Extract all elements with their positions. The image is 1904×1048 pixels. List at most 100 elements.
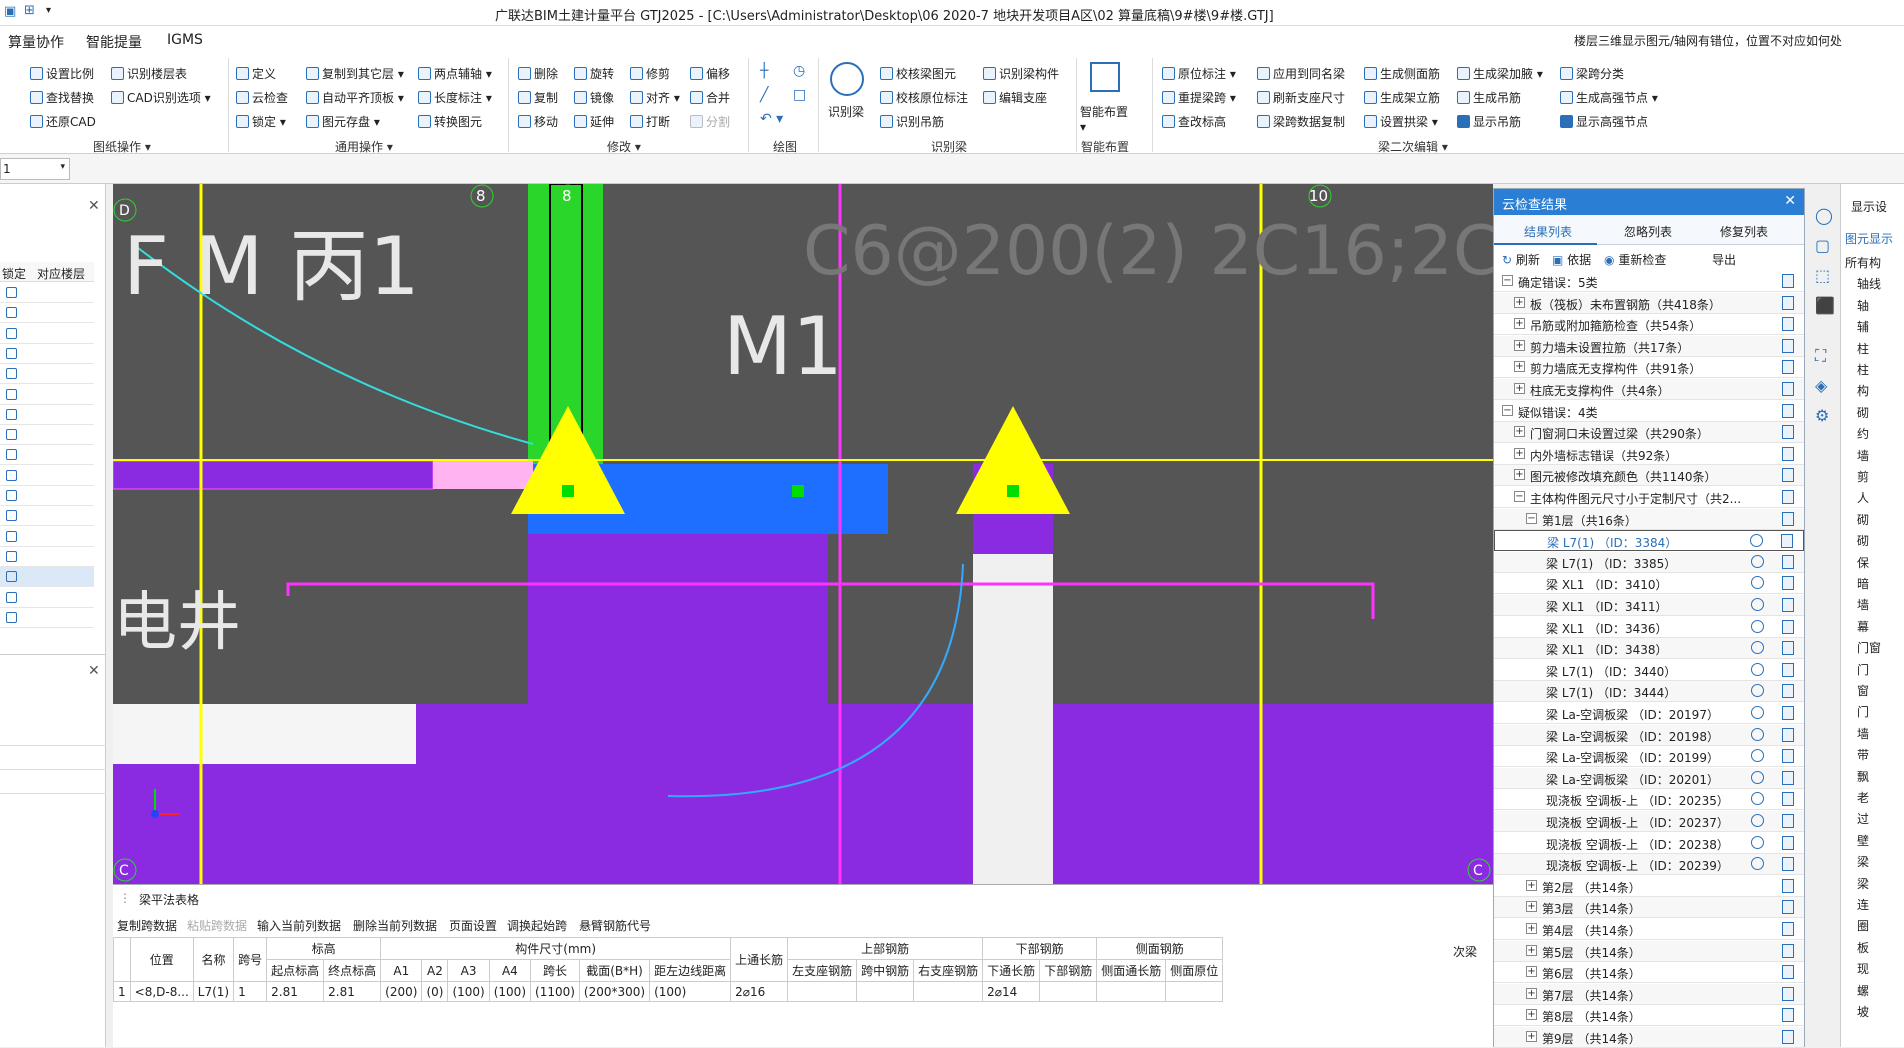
table-cell[interactable]: <8,D-8... bbox=[129, 981, 194, 1002]
result-tree-item[interactable]: 梁 La-空调板梁 （ID：20198） bbox=[1494, 724, 1804, 746]
trim-button[interactable]: 修剪 bbox=[630, 65, 670, 82]
document-icon[interactable] bbox=[1782, 619, 1794, 634]
table-cell[interactable]: (100) bbox=[649, 981, 732, 1002]
lock-icon[interactable] bbox=[6, 510, 17, 522]
lock-row[interactable] bbox=[0, 385, 94, 405]
delete-col-button[interactable]: 删除当前列数据 bbox=[353, 917, 437, 934]
page-setup-button[interactable]: 页面设置 bbox=[449, 917, 497, 934]
locate-icon[interactable] bbox=[1751, 770, 1764, 784]
re-span-button[interactable]: 重提梁跨 ▾ bbox=[1162, 89, 1236, 106]
cantilever-code-button[interactable]: 悬臂钢筋代号 bbox=[579, 917, 651, 934]
result-tree-item[interactable]: − 第1层（共16条） bbox=[1494, 508, 1804, 530]
lock-icon[interactable] bbox=[6, 347, 17, 359]
locate-icon[interactable] bbox=[1751, 727, 1764, 741]
locate-icon[interactable] bbox=[1751, 554, 1764, 568]
display-tree-item[interactable]: 门窗 bbox=[1857, 639, 1881, 656]
result-tree-item[interactable]: 梁 L7(1) （ID：3384） bbox=[1494, 530, 1804, 552]
result-tree-item[interactable]: + 第9层 （共14条） bbox=[1494, 1027, 1804, 1048]
locate-icon[interactable] bbox=[1751, 749, 1764, 763]
tab-fixed[interactable]: 修复列表 bbox=[1720, 223, 1768, 240]
table-cell[interactable]: (1100) bbox=[530, 981, 580, 1002]
display-tree-item[interactable]: 过 bbox=[1857, 810, 1869, 827]
expand-toggle-icon[interactable]: + bbox=[1526, 879, 1537, 891]
result-tree-item[interactable]: − 确定错误：5类 bbox=[1494, 271, 1804, 292]
expand-toggle-icon[interactable]: + bbox=[1514, 361, 1525, 373]
result-tree-item[interactable]: 梁 L7(1) （ID：3444） bbox=[1494, 681, 1804, 703]
table-cell[interactable]: 2.81 bbox=[323, 981, 382, 1002]
document-icon[interactable] bbox=[1782, 857, 1794, 872]
display-tree-item[interactable]: 飘 bbox=[1857, 768, 1869, 785]
lock-row[interactable] bbox=[0, 608, 94, 628]
lock-icon[interactable] bbox=[6, 307, 17, 319]
display-tree-item[interactable]: 轴 bbox=[1857, 297, 1869, 314]
result-tree-item[interactable]: − 疑似错误：4类 bbox=[1494, 401, 1804, 422]
lock-row[interactable] bbox=[0, 425, 94, 446]
locate-icon[interactable] bbox=[1750, 534, 1763, 548]
apply-same-name-button[interactable]: 应用到同名梁 bbox=[1257, 65, 1345, 82]
span-class-button[interactable]: 梁跨分类 bbox=[1560, 65, 1624, 82]
document-icon[interactable] bbox=[1782, 1030, 1794, 1044]
result-tree-item[interactable]: 梁 L7(1) （ID：3440） bbox=[1494, 660, 1804, 681]
table-cell[interactable]: 1 bbox=[113, 981, 131, 1002]
result-tree-item[interactable]: 现浇板 空调板-上 （ID：20235） bbox=[1494, 789, 1804, 811]
menu-collab[interactable]: 算量协作 bbox=[8, 32, 64, 52]
document-icon[interactable] bbox=[1782, 598, 1794, 612]
locate-icon[interactable] bbox=[1751, 641, 1764, 655]
document-icon[interactable] bbox=[1782, 835, 1794, 850]
expand-toggle-icon[interactable]: + bbox=[1514, 296, 1525, 308]
result-tree-item[interactable]: 梁 La-空调板梁 （ID：20197） bbox=[1494, 703, 1804, 724]
lock-icon[interactable] bbox=[6, 611, 17, 623]
result-tree-item[interactable]: + 柱底无支撑构件（共4条） bbox=[1494, 379, 1804, 400]
delete-button[interactable]: 删除 bbox=[518, 65, 558, 82]
lock-row[interactable] bbox=[0, 486, 94, 506]
expand-toggle-icon[interactable]: + bbox=[1526, 987, 1537, 999]
display-tree-item[interactable]: 门 bbox=[1857, 661, 1869, 678]
table-cell[interactable] bbox=[913, 981, 984, 1002]
display-tree-item[interactable]: 所有构 bbox=[1845, 254, 1881, 271]
rotate-button[interactable]: 旋转 bbox=[574, 65, 614, 82]
result-tree-item[interactable]: + 吊筋或附加箍筋检查（共54条） bbox=[1494, 314, 1804, 336]
document-icon[interactable] bbox=[1782, 792, 1794, 807]
check-beam-button[interactable]: 校核梁图元 bbox=[880, 65, 956, 82]
document-icon[interactable] bbox=[1782, 770, 1794, 785]
basis-button[interactable]: ▣ 依据 bbox=[1552, 251, 1591, 268]
input-col-button[interactable]: 输入当前列数据 bbox=[257, 917, 341, 934]
lock-icon[interactable] bbox=[6, 368, 17, 380]
lock-icon[interactable] bbox=[6, 408, 17, 420]
align-button[interactable]: 对齐 ▾ bbox=[630, 89, 680, 106]
new-tab-icon[interactable]: ⊞ bbox=[24, 3, 35, 18]
document-icon[interactable] bbox=[1782, 360, 1794, 375]
show-hanger-checkbox[interactable]: 显示吊筋 bbox=[1457, 113, 1521, 130]
swap-span-button[interactable]: 调换起始跨 bbox=[507, 917, 567, 934]
expand-toggle-icon[interactable]: − bbox=[1502, 275, 1513, 286]
lock-button[interactable]: 锁定 ▾ bbox=[236, 113, 286, 130]
document-icon[interactable] bbox=[1782, 317, 1794, 332]
table-cell[interactable]: 2⌀16 bbox=[730, 981, 789, 1002]
result-tree-item[interactable]: 梁 La-空调板梁 （ID：20199） bbox=[1494, 746, 1804, 768]
close-icon[interactable]: ✕ bbox=[1784, 193, 1796, 209]
recog-beam-comp-button[interactable]: 识别梁构件 bbox=[983, 65, 1059, 82]
clock-icon[interactable]: ◷ bbox=[793, 63, 805, 79]
move-button[interactable]: 移动 bbox=[518, 113, 558, 130]
table-cell[interactable] bbox=[1096, 981, 1167, 1002]
result-tree-item[interactable]: + 图元被修改填充颜色（共1140条） bbox=[1494, 465, 1804, 487]
insitu-label-button[interactable]: 原位标注 ▾ bbox=[1162, 65, 1236, 82]
display-tree-item[interactable]: 坡 bbox=[1857, 1003, 1869, 1020]
table-cell[interactable]: (200) bbox=[380, 981, 423, 1002]
display-tree-item[interactable]: 墙 bbox=[1857, 447, 1869, 464]
result-tree-item[interactable]: 现浇板 空调板-上 （ID：20237） bbox=[1494, 811, 1804, 832]
orbit-icon[interactable]: ◯ bbox=[1815, 206, 1833, 225]
recheck-button[interactable]: ◉ 重新检查 bbox=[1604, 251, 1666, 268]
locate-icon[interactable] bbox=[1751, 857, 1764, 871]
display-tree-item[interactable]: 人 bbox=[1857, 489, 1869, 506]
lock-row[interactable] bbox=[0, 506, 94, 527]
view-3d-icon[interactable]: ⬚ bbox=[1815, 266, 1830, 285]
cad-options-button[interactable]: CAD识别选项 ▾ bbox=[111, 89, 211, 106]
mirror-button[interactable]: 镜像 bbox=[574, 89, 614, 106]
copy-to-floor-button[interactable]: 复制到其它层 ▾ bbox=[306, 65, 404, 82]
document-icon[interactable] bbox=[1782, 706, 1794, 720]
group-beam-edit[interactable]: 梁二次编辑 ▾ bbox=[1378, 138, 1448, 155]
split-button[interactable]: 分割 bbox=[690, 113, 730, 130]
copy-span-button[interactable]: 复制跨数据 bbox=[117, 917, 177, 934]
expand-toggle-icon[interactable]: − bbox=[1502, 404, 1513, 416]
